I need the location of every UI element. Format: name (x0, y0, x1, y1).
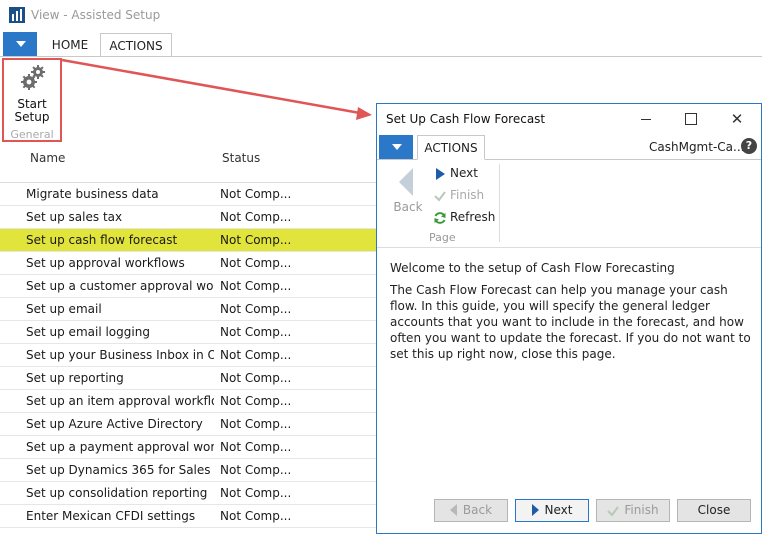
dialog-ribbon-bottom-divider (377, 247, 761, 248)
finish-button-label: Finish (624, 503, 659, 517)
row-status: Not Comp... (220, 302, 290, 316)
row-name: Set up Dynamics 365 for Sales co... (26, 463, 214, 477)
row-status: Not Comp... (220, 394, 290, 408)
ribbon-group-page: Page (429, 231, 456, 244)
next-icon (436, 168, 445, 180)
next-button-label: Next (544, 503, 573, 517)
back-icon (449, 503, 457, 516)
minimize-icon[interactable] (633, 108, 659, 130)
row-name: Set up approval workflows (26, 256, 185, 270)
row-status: Not Comp... (220, 509, 290, 523)
row-name: Set up an item approval workflow (26, 394, 214, 408)
finish-check-icon (434, 191, 446, 202)
gears-icon (21, 65, 45, 90)
row-status: Not Comp... (220, 256, 290, 270)
help-icon[interactable]: ? (741, 138, 757, 154)
row-status: Not Comp... (220, 463, 290, 477)
row-status: Not Comp... (220, 210, 290, 224)
back-button[interactable]: Back (434, 499, 508, 522)
list-row[interactable]: Enter Mexican CFDI settings Not Comp... (0, 505, 376, 528)
ribbon-separator (499, 164, 500, 242)
row-name: Migrate business data (26, 187, 159, 201)
row-status: Not Comp... (220, 187, 290, 201)
dialog-title: Set Up Cash Flow Forecast (386, 112, 546, 126)
app-logo-icon (9, 7, 25, 23)
tab-actions[interactable]: ACTIONS (100, 33, 172, 57)
row-name: Set up your Business Inbox in Out... (26, 348, 214, 362)
close-button[interactable]: Close (677, 499, 751, 522)
finish-button-check-icon (607, 505, 620, 517)
ribbon-back-label: Back (393, 200, 423, 214)
list-row[interactable]: Set up reporting Not Comp... (0, 367, 376, 390)
ribbon-divider (0, 56, 762, 57)
back-button-label: Back (462, 503, 493, 517)
title-bar: View - Assisted Setup (0, 0, 762, 30)
close-button-label: Close (697, 503, 731, 517)
row-status: Not Comp... (220, 325, 290, 339)
row-name: Enter Mexican CFDI settings (26, 509, 196, 523)
dialog-tab-actions[interactable]: ACTIONS (417, 135, 485, 160)
row-status: Not Comp... (220, 440, 290, 454)
welcome-heading: Welcome to the setup of Cash Flow Foreca… (390, 261, 675, 275)
maximize-icon[interactable] (677, 108, 703, 130)
start-setup-button[interactable]: Start Setup General (2, 58, 62, 142)
list-row[interactable]: Set up email logging Not Comp... (0, 321, 376, 344)
close-icon[interactable]: ✕ (724, 108, 750, 130)
ribbon-group-general: General (10, 128, 54, 141)
ribbon-next-label: Next (450, 166, 478, 180)
list-row[interactable]: Set up a payment approval workfl... Not C… (0, 436, 376, 459)
window-title: View - Assisted Setup (31, 8, 161, 22)
welcome-description: The Cash Flow Forecast can help you mana… (390, 283, 751, 361)
start-setup-label: Start Setup (14, 97, 50, 124)
finish-button[interactable]: Finish (596, 499, 670, 522)
next-button[interactable]: Next (515, 499, 589, 522)
row-status: Not Comp... (220, 486, 290, 500)
row-name: Set up sales tax (26, 210, 123, 224)
row-status: Not Comp... (220, 279, 290, 293)
row-status: Not Comp... (220, 348, 290, 362)
list-row[interactable]: Migrate business data Not Comp... (0, 183, 376, 206)
refresh-icon (434, 212, 446, 224)
ribbon-refresh-label: Refresh (450, 210, 496, 224)
row-name: Set up cash flow forecast (26, 233, 178, 247)
row-name: Set up a customer approval workf... (26, 279, 214, 293)
setup-dialog: Set Up Cash Flow Forecast ✕ ACTIONS Cash… (376, 103, 762, 534)
ribbon-back-button[interactable]: Back (389, 164, 427, 216)
row-name: Set up email (26, 302, 102, 316)
list-row[interactable]: Set up approval workflows Not Comp... (0, 252, 376, 275)
row-name: Set up consolidation reporting (26, 486, 208, 500)
next-button-icon (531, 503, 539, 516)
row-status: Not Comp... (220, 417, 290, 431)
list-row[interactable]: Set up sales tax Not Comp... (0, 206, 376, 229)
column-header-status[interactable]: Status (222, 151, 260, 165)
list-row[interactable]: Set up a customer approval workf... Not C… (0, 275, 376, 298)
list-row[interactable]: Set up your Business Inbox in Out... Not … (0, 344, 376, 367)
ribbon-finish-label: Finish (450, 188, 485, 202)
column-header-name[interactable]: Name (30, 151, 65, 165)
list-row[interactable]: Set up an item approval workflow Not Comp… (0, 390, 376, 413)
setup-list: Migrate business data Not Comp... Set up … (0, 183, 376, 528)
list-row[interactable]: Set up Dynamics 365 for Sales co... Not C… (0, 459, 376, 482)
list-row[interactable]: Set up email Not Comp... (0, 298, 376, 321)
row-name: Set up a payment approval workfl... (26, 440, 214, 454)
list-row-selected[interactable]: Set up cash flow forecast Not Comp... (0, 229, 376, 252)
list-row[interactable]: Set up Azure Active Directory Not Comp... (0, 413, 376, 436)
row-name: Set up email logging (26, 325, 150, 339)
row-status: Not Comp... (220, 233, 290, 247)
dialog-menu-button[interactable] (379, 135, 413, 159)
row-name: Set up reporting (26, 371, 124, 385)
row-name: Set up Azure Active Directory (26, 417, 203, 431)
back-arrow-icon (399, 168, 413, 196)
list-row[interactable]: Set up consolidation reporting Not Comp..… (0, 482, 376, 505)
tab-home[interactable]: HOME (42, 33, 98, 57)
dialog-page-name: CashMgmt-Ca... (649, 140, 745, 154)
row-status: Not Comp... (220, 371, 290, 385)
app-menu-button[interactable] (3, 32, 37, 56)
